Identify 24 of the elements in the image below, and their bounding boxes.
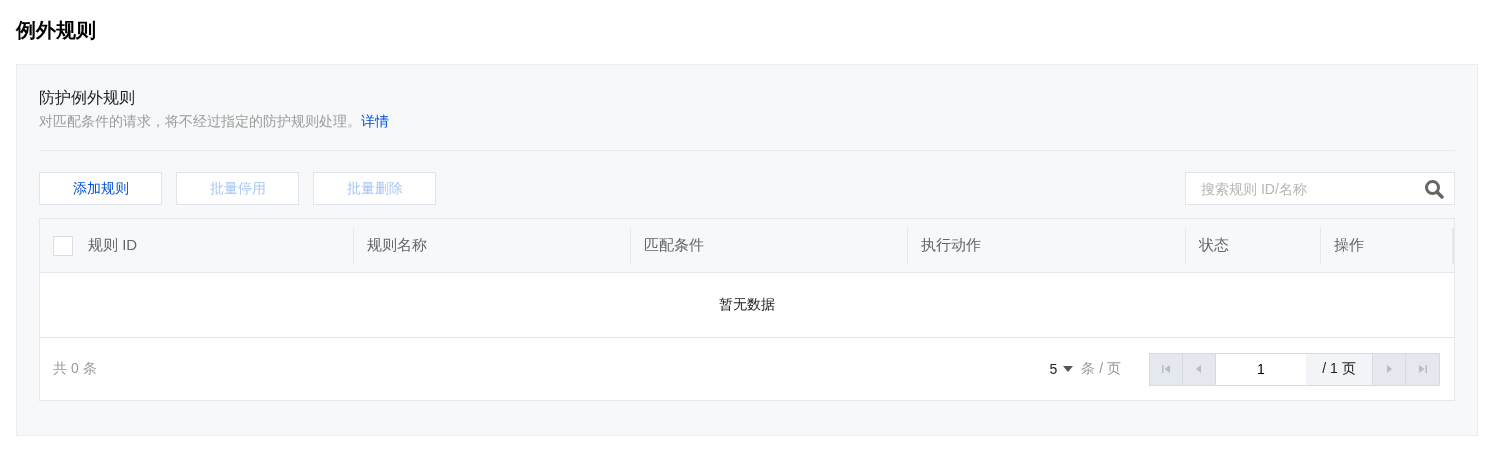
column-header[interactable]: 规则名称: [367, 236, 427, 255]
pagination-control[interactable]: 1 / 1 页: [1149, 352, 1440, 386]
caret-icon[interactable]: [1063, 366, 1074, 372]
page-size-select[interactable]: 5: [1049, 361, 1058, 377]
panel-description: 对匹配条件的请求，将不经过指定的防护规则处理。详情: [39, 112, 390, 131]
column-header[interactable]: 匹配条件: [644, 236, 704, 255]
empty-message: 暂无数据: [719, 296, 775, 314]
column-header[interactable]: 执行动作: [921, 236, 981, 255]
search-field[interactable]: 搜索规则 ID/名称: [1185, 172, 1455, 205]
page-count: / 1 页: [1306, 353, 1373, 385]
search-input[interactable]: 搜索规则 ID/名称: [1199, 179, 1424, 198]
skip-arrow-icon: [1416, 363, 1429, 375]
select-all-checkbox[interactable]: [53, 235, 73, 256]
page-size-unit: 条 / 页: [1081, 360, 1121, 378]
column-header[interactable]: 状态: [1199, 236, 1229, 255]
search-icon: [1424, 178, 1444, 199]
details-link[interactable]: 详情: [361, 113, 389, 129]
skip-arrow-icon: [1160, 363, 1172, 375]
column-header[interactable]: 规则 ID: [88, 236, 138, 255]
page-title: 例外规则: [16, 18, 97, 43]
column-header[interactable]: 操作: [1334, 236, 1364, 255]
total-count: 共 0 条: [53, 360, 97, 378]
panel-title: 防护例外规则: [39, 88, 136, 108]
add-rule-button[interactable]: 添加规则: [39, 172, 162, 205]
